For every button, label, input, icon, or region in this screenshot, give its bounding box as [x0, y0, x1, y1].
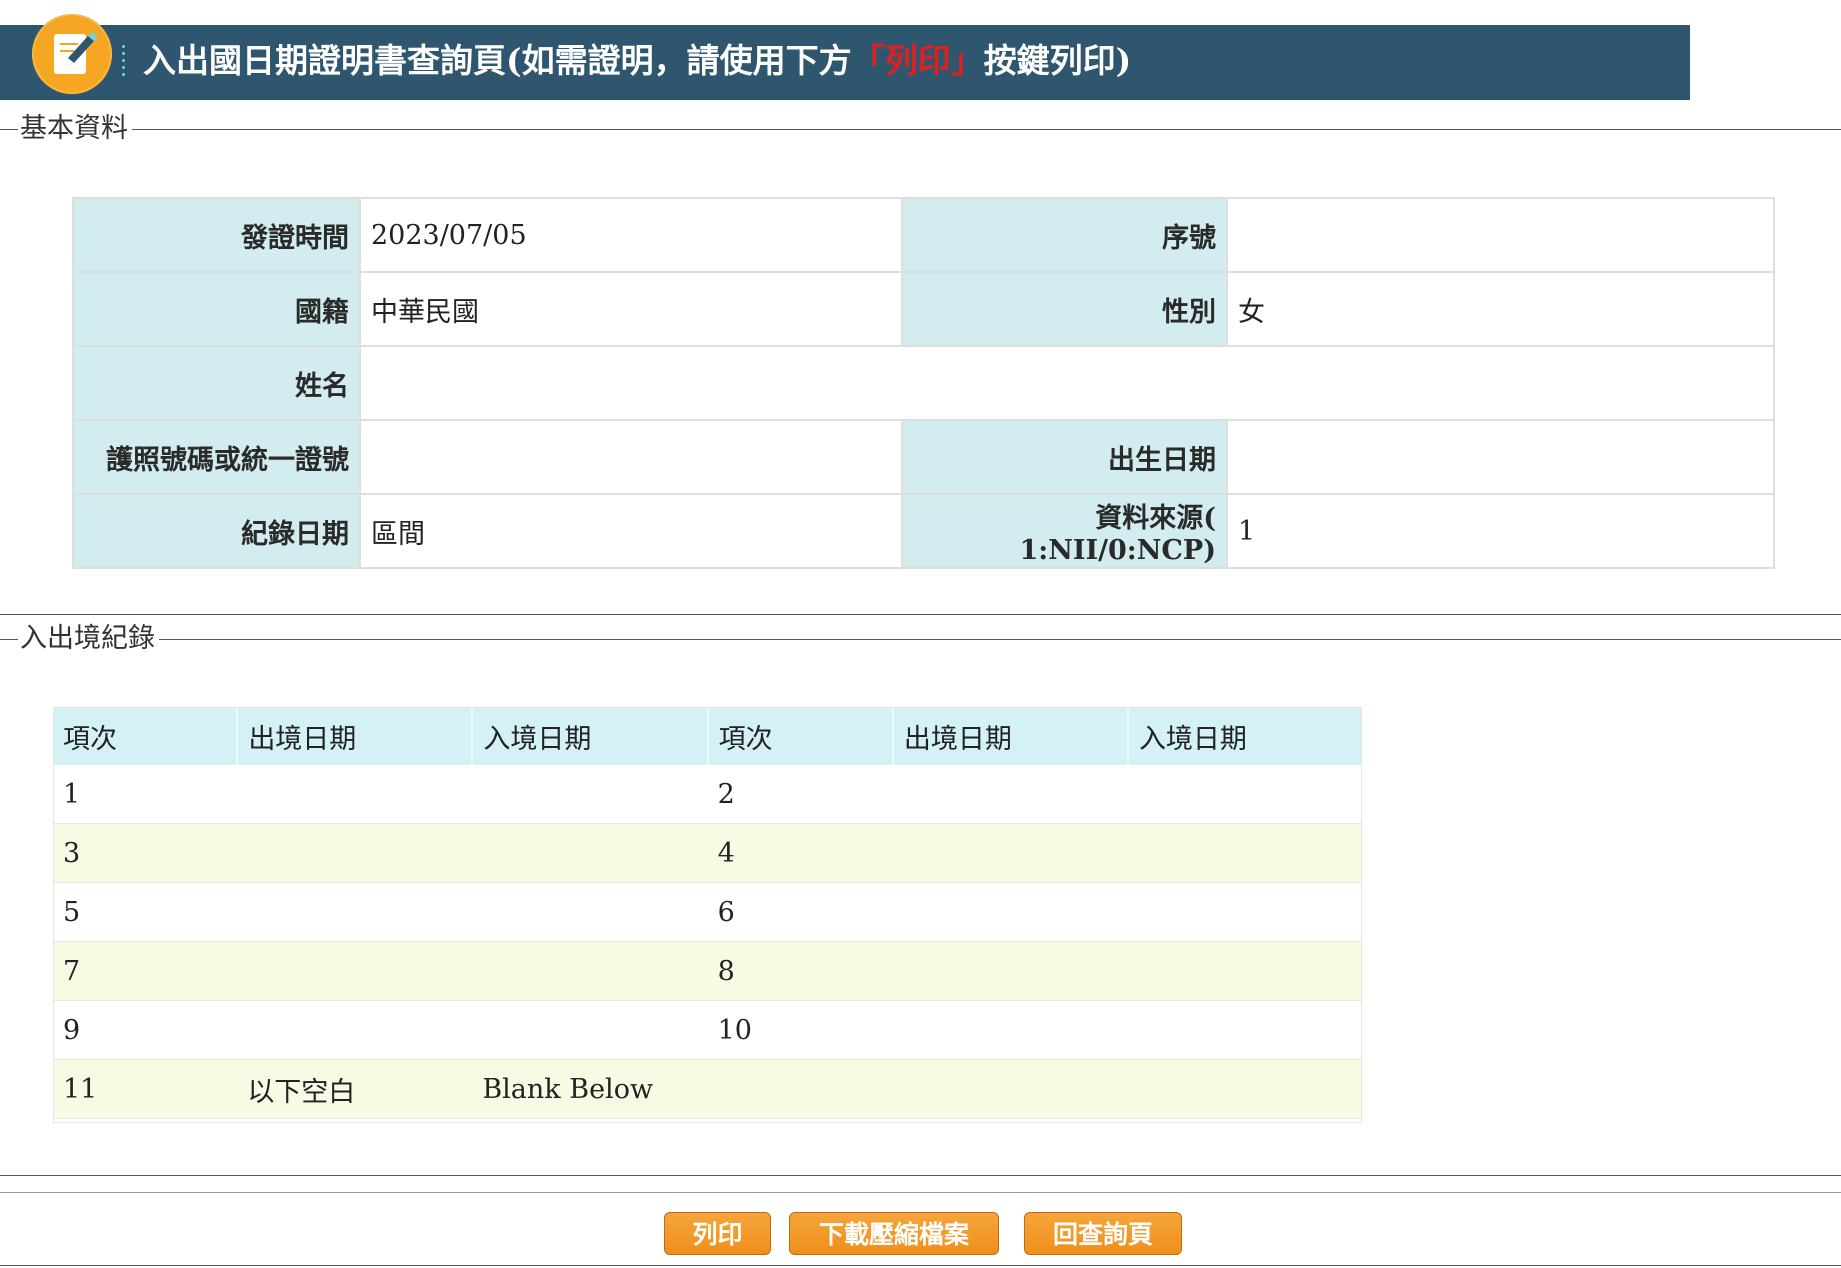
data-source-value: 1 [1226, 493, 1775, 569]
table-cell [892, 1059, 1128, 1119]
info-row: 紀錄日期 區間 資料來源( 1:NII/0:NCP) 1 [72, 493, 1775, 569]
records-top-rule [0, 639, 1841, 640]
table-cell [472, 823, 708, 883]
column-header-entry-date: 入境日期 [1127, 707, 1362, 765]
info-row: 發證時間 2023/07/05 序號 [72, 197, 1775, 273]
button-bar-top-rule [0, 1192, 1841, 1193]
birth-date-value [1226, 419, 1775, 495]
table-cell [237, 1000, 473, 1060]
name-label: 姓名 [72, 345, 361, 421]
column-header-entry-date: 入境日期 [472, 707, 709, 765]
column-header-departure-date: 出境日期 [237, 707, 474, 765]
column-header-item-no: 項次 [53, 707, 239, 765]
download-zip-button[interactable]: 下載壓縮檔案 [789, 1212, 999, 1255]
basic-info-top-rule [0, 129, 1841, 130]
table-cell: 1 [53, 765, 238, 824]
info-row: 姓名 [72, 345, 1775, 421]
print-button[interactable]: 列印 [664, 1212, 771, 1255]
table-cell [237, 882, 473, 942]
serial-number-label: 序號 [901, 197, 1228, 273]
name-value [359, 345, 1775, 421]
nationality-value: 中華民國 [359, 271, 903, 347]
page-title-suffix: 按鍵列印) [983, 41, 1132, 80]
basic-info-table: 發證時間 2023/07/05 序號 國籍 中華民國 性別 女 姓名 護照號碼或… [72, 197, 1775, 569]
table-cell [237, 941, 473, 1001]
table-cell: 以下空白 [237, 1059, 473, 1119]
page-title: 入出國日期證明書查詢頁(如需證明，請使用下方「列印」按鍵列印) [143, 36, 1131, 86]
table-cell [892, 1000, 1128, 1060]
table-cell [472, 941, 708, 1001]
table-cell: Blank Below [472, 1059, 708, 1119]
table-row: 3 4 [53, 823, 1362, 883]
table-cell: 9 [53, 1000, 238, 1060]
table-cell [472, 765, 708, 824]
table-cell [707, 1059, 893, 1119]
issue-time-value: 2023/07/05 [359, 197, 903, 273]
page-title-highlight: 「列印」 [851, 41, 984, 80]
issue-time-label: 發證時間 [72, 197, 361, 273]
table-row: 5 6 [53, 882, 1362, 942]
table-cell [1127, 882, 1362, 942]
records-bottom-rule [0, 1175, 1841, 1176]
table-cell: 7 [53, 941, 238, 1001]
data-source-label: 資料來源( 1:NII/0:NCP) [901, 493, 1228, 569]
table-cell [472, 882, 708, 942]
table-cell: 6 [707, 882, 893, 942]
header-divider-dots [122, 45, 126, 85]
record-date-label: 紀錄日期 [72, 493, 361, 569]
table-cell [892, 823, 1128, 883]
table-cell: 8 [707, 941, 893, 1001]
basic-info-legend: 基本資料 [0, 112, 132, 146]
gender-value: 女 [1226, 271, 1775, 347]
records-legend: 入出境紀錄 [0, 622, 159, 656]
edit-note-icon [32, 14, 112, 94]
table-row: 9 10 [53, 1000, 1362, 1060]
table-cell [892, 765, 1128, 824]
table-cell [237, 765, 473, 824]
table-cell [892, 882, 1128, 942]
table-row: 1 2 [53, 765, 1362, 824]
table-cell [237, 823, 473, 883]
table-cell [1127, 823, 1362, 883]
serial-number-value [1226, 197, 1775, 273]
info-row: 護照號碼或統一證號 出生日期 [72, 419, 1775, 495]
birth-date-label: 出生日期 [901, 419, 1228, 495]
table-cell [1127, 765, 1362, 824]
table-cell: 5 [53, 882, 238, 942]
back-to-query-button[interactable]: 回查詢頁 [1024, 1212, 1182, 1255]
table-cell: 3 [53, 823, 238, 883]
table-cell [1127, 1059, 1362, 1119]
table-cell [892, 941, 1128, 1001]
column-header-item-no: 項次 [707, 707, 894, 765]
page-bottom-rule [0, 1265, 1841, 1266]
nationality-label: 國籍 [72, 271, 361, 347]
table-cell [1127, 1000, 1362, 1060]
table-row: 11 以下空白 Blank Below [53, 1059, 1362, 1119]
record-date-value: 區間 [359, 493, 903, 569]
table-cell [472, 1000, 708, 1060]
table-cell: 11 [53, 1059, 238, 1119]
passport-number-label: 護照號碼或統一證號 [72, 419, 361, 495]
page-title-prefix: 入出國日期證明書查詢頁(如需證明，請使用下方 [143, 41, 852, 80]
table-cell: 10 [707, 1000, 893, 1060]
records-header-row: 項次 出境日期 入境日期 項次 出境日期 入境日期 [53, 707, 1362, 765]
info-row: 國籍 中華民國 性別 女 [72, 271, 1775, 347]
table-cell: 4 [707, 823, 893, 883]
table-cell [1127, 941, 1362, 1001]
table-cell: 2 [707, 765, 893, 824]
records-table: 項次 出境日期 入境日期 項次 出境日期 入境日期 1 2 3 4 5 6 7 … [53, 707, 1362, 1119]
table-row: 7 8 [53, 941, 1362, 1001]
gender-label: 性別 [901, 271, 1228, 347]
passport-number-value [359, 419, 903, 495]
column-header-departure-date: 出境日期 [892, 707, 1129, 765]
basic-info-bottom-rule [0, 614, 1841, 615]
